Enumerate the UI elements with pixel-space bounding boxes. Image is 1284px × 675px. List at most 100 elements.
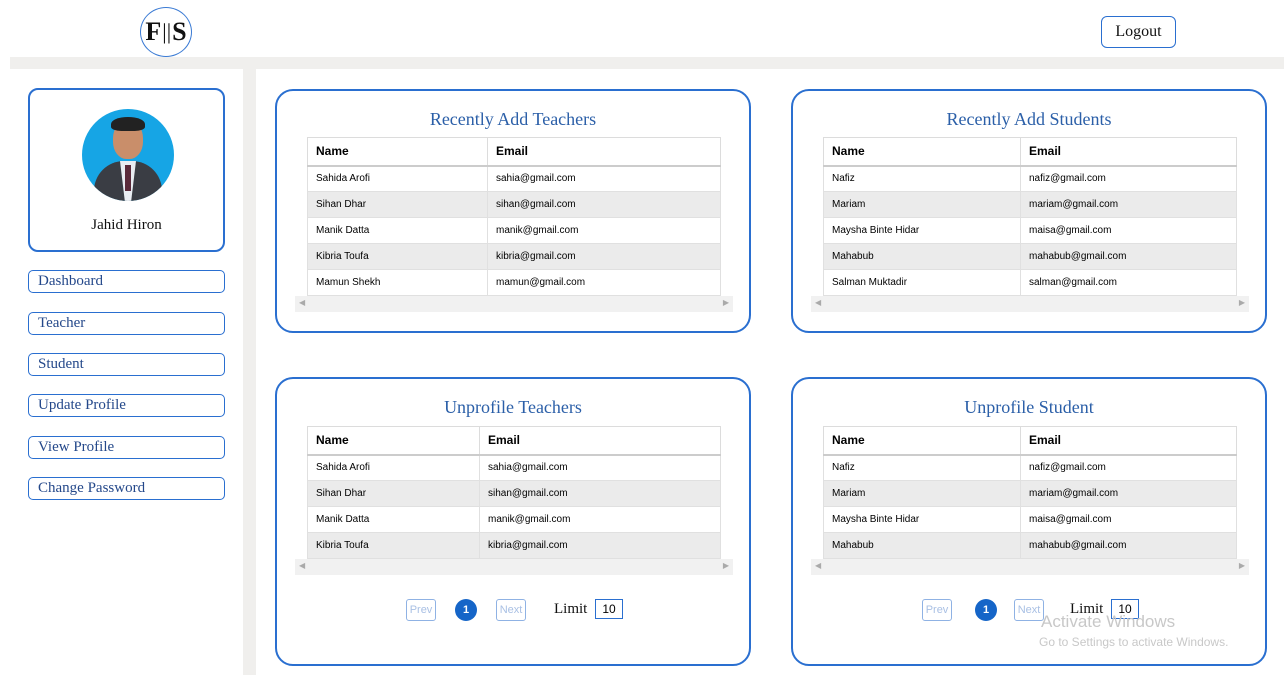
cell-email: sahia@gmail.com <box>487 165 721 192</box>
scroll-left-icon[interactable]: ◀ <box>815 298 821 307</box>
table-container: Name Email Nafiz nafiz@gmail.com Mariam ma… <box>811 426 1249 575</box>
table-row[interactable]: Kibria Toufa kibria@gmail.com <box>307 243 721 270</box>
recent-students-card: Recently Add Students Name Email Nafiz na… <box>791 89 1267 333</box>
prev-page-button[interactable]: Prev <box>922 599 952 621</box>
sidebar-item-teacher[interactable]: Teacher <box>28 312 225 335</box>
table-container: Name Email Nafiz nafiz@gmail.com Mariam ma… <box>811 137 1249 312</box>
cell-name: Kibria Toufa <box>307 532 480 559</box>
table-row[interactable]: Sahida Arofi sahia@gmail.com <box>307 454 721 481</box>
scroll-right-icon[interactable]: ▶ <box>1239 298 1245 307</box>
column-header-email: Email <box>487 137 721 167</box>
horizontal-scrollbar[interactable]: ◀ ▶ <box>811 559 1249 575</box>
scroll-left-icon[interactable]: ◀ <box>299 561 305 570</box>
scroll-left-icon[interactable]: ◀ <box>299 298 305 307</box>
table-row[interactable]: Mahabub mahabub@gmail.com <box>823 243 1237 270</box>
scroll-left-icon[interactable]: ◀ <box>815 561 821 570</box>
cell-name: Manik Datta <box>307 217 488 244</box>
table-row[interactable]: Kibria Toufa kibria@gmail.com <box>307 532 721 559</box>
limit-label: Limit <box>554 601 588 617</box>
table-header-row: Name Email <box>307 137 721 167</box>
sidebar-divider <box>243 69 256 675</box>
page-number-button[interactable]: 1 <box>975 599 997 621</box>
avatar <box>82 109 174 201</box>
table-header-row: Name Email <box>307 426 721 456</box>
table-row[interactable]: Manik Datta manik@gmail.com <box>307 506 721 533</box>
cell-name: Manik Datta <box>307 506 480 533</box>
recent-teachers-table: Name Email Sahida Arofi sahia@gmail.com S… <box>307 137 721 296</box>
horizontal-scrollbar[interactable]: ◀ ▶ <box>295 559 733 575</box>
page-number-button[interactable]: 1 <box>455 599 477 621</box>
column-header-name: Name <box>307 137 488 167</box>
cell-email: kibria@gmail.com <box>479 532 721 559</box>
table-container: Name Email Sahida Arofi sahia@gmail.com S… <box>295 137 733 312</box>
logo-letter-s: S <box>172 17 187 46</box>
activate-windows-subtitle: Go to Settings to activate Windows. <box>1039 635 1229 649</box>
cell-email: salman@gmail.com <box>1020 269 1237 296</box>
sidebar-item-update-profile[interactable]: Update Profile <box>28 394 225 417</box>
pagination: Prev 1 Next Limit 10 <box>277 599 749 623</box>
table-row[interactable]: Nafiz nafiz@gmail.com <box>823 454 1237 481</box>
cell-email: mamun@gmail.com <box>487 269 721 296</box>
sidebar-item-dashboard[interactable]: Dashboard <box>28 270 225 293</box>
cell-email: sahia@gmail.com <box>479 454 721 481</box>
table-container: Name Email Sahida Arofi sahia@gmail.com S… <box>295 426 733 575</box>
next-page-button[interactable]: Next <box>1014 599 1044 621</box>
cell-name: Maysha Binte Hidar <box>823 506 1021 533</box>
table-row[interactable]: Mariam mariam@gmail.com <box>823 191 1237 218</box>
cell-email: sihan@gmail.com <box>479 480 721 507</box>
cell-email: sihan@gmail.com <box>487 191 721 218</box>
table-row[interactable]: Maysha Binte Hidar maisa@gmail.com <box>823 506 1237 533</box>
scroll-right-icon[interactable]: ▶ <box>723 561 729 570</box>
cell-name: Sihan Dhar <box>307 191 488 218</box>
table-row[interactable]: Mariam mariam@gmail.com <box>823 480 1237 507</box>
limit-input[interactable]: 10 <box>595 599 623 619</box>
column-header-name: Name <box>823 137 1021 167</box>
profile-name: Jahid Hiron <box>91 217 162 233</box>
unprofile-teachers-card: Unprofile Teachers Name Email Sahida Aro… <box>275 377 751 666</box>
horizontal-scrollbar[interactable]: ◀ ▶ <box>811 296 1249 312</box>
horizontal-scrollbar[interactable]: ◀ ▶ <box>295 296 733 312</box>
cell-email: manik@gmail.com <box>479 506 721 533</box>
cell-name: Mahabub <box>823 532 1021 559</box>
logout-button[interactable]: Logout <box>1101 16 1176 48</box>
prev-page-button[interactable]: Prev <box>406 599 436 621</box>
cell-name: Sahida Arofi <box>307 454 480 481</box>
scroll-right-icon[interactable]: ▶ <box>723 298 729 307</box>
table-row[interactable]: Sahida Arofi sahia@gmail.com <box>307 165 721 192</box>
unprofile-students-table: Name Email Nafiz nafiz@gmail.com Mariam ma… <box>823 426 1237 559</box>
cell-email: nafiz@gmail.com <box>1020 454 1237 481</box>
app-logo[interactable]: F || S <box>140 7 192 57</box>
sidebar-item-student[interactable]: Student <box>28 353 225 376</box>
table-row[interactable]: Nafiz nafiz@gmail.com <box>823 165 1237 192</box>
recent-teachers-card: Recently Add Teachers Name Email Sahida … <box>275 89 751 333</box>
unprofile-students-card: Unprofile Student Name Email Nafiz nafiz@… <box>791 377 1267 666</box>
table-row[interactable]: Sihan Dhar sihan@gmail.com <box>307 191 721 218</box>
pagination: Prev 1 Next Limit 10 <box>793 599 1265 623</box>
column-header-email: Email <box>1020 137 1237 167</box>
sidebar-item-change-password[interactable]: Change Password <box>28 477 225 500</box>
table-row[interactable]: Salman Muktadir salman@gmail.com <box>823 269 1237 296</box>
unprofile-teachers-table: Name Email Sahida Arofi sahia@gmail.com S… <box>307 426 721 559</box>
scroll-right-icon[interactable]: ▶ <box>1239 561 1245 570</box>
cell-name: Mamun Shekh <box>307 269 488 296</box>
table-row[interactable]: Mamun Shekh mamun@gmail.com <box>307 269 721 296</box>
cell-name: Sahida Arofi <box>307 165 488 192</box>
column-header-name: Name <box>823 426 1021 456</box>
top-header: F || S Logout <box>0 0 1284 57</box>
table-row[interactable]: Mahabub mahabub@gmail.com <box>823 532 1237 559</box>
card-title: Recently Add Teachers <box>429 109 597 129</box>
cell-email: mariam@gmail.com <box>1020 191 1237 218</box>
table-row[interactable]: Manik Datta manik@gmail.com <box>307 217 721 244</box>
next-page-button[interactable]: Next <box>496 599 526 621</box>
logo-separator: || <box>162 19 172 44</box>
cell-email: mahabub@gmail.com <box>1020 532 1237 559</box>
column-header-email: Email <box>479 426 721 456</box>
table-header-row: Name Email <box>823 426 1237 456</box>
sidebar-item-view-profile[interactable]: View Profile <box>28 436 225 459</box>
table-row[interactable]: Sihan Dhar sihan@gmail.com <box>307 480 721 507</box>
cell-name: Salman Muktadir <box>823 269 1021 296</box>
table-row[interactable]: Maysha Binte Hidar maisa@gmail.com <box>823 217 1237 244</box>
column-header-name: Name <box>307 426 480 456</box>
cell-email: nafiz@gmail.com <box>1020 165 1237 192</box>
cell-name: Mariam <box>823 480 1021 507</box>
